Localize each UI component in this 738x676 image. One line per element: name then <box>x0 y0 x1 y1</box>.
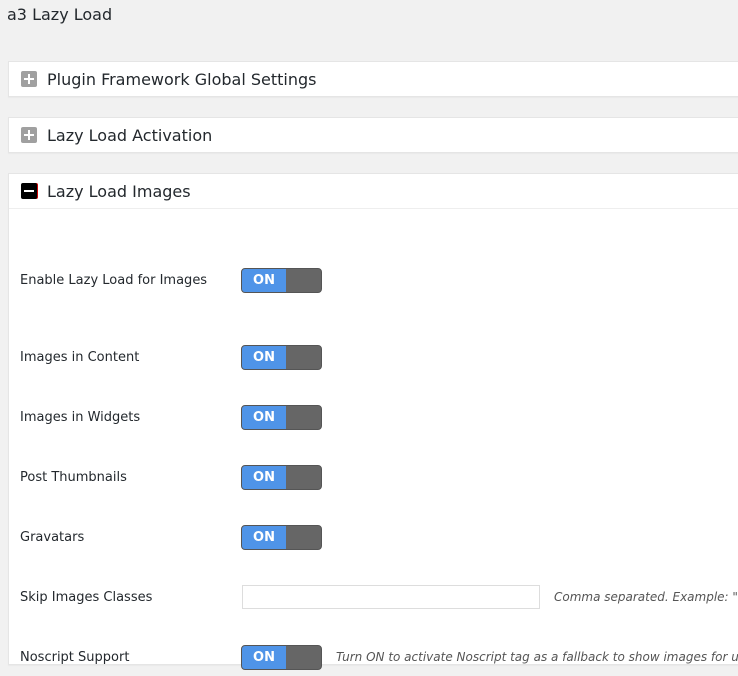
setting-description: Comma separated. Example: "no- <box>554 590 738 604</box>
gravatars-toggle[interactable]: ON <box>241 524 322 550</box>
setting-thumbs: Post Thumbnails ON <box>20 464 322 490</box>
setting-content: Images in Content ON <box>20 344 322 370</box>
setting-skip-classes: Skip Images Classes Comma separated. Exam… <box>20 584 738 610</box>
skip-classes-input[interactable] <box>242 585 540 609</box>
collapse-icon[interactable] <box>21 183 37 199</box>
setting-noscript: Noscript Support ON Turn ON to activate No… <box>20 644 738 670</box>
setting-label: Post Thumbnails <box>20 469 127 485</box>
setting-description: Turn ON to activate Noscript tag as a fa… <box>336 650 738 664</box>
panel-title[interactable]: Lazy Load Images <box>47 182 191 201</box>
setting-label: Gravatars <box>20 529 85 545</box>
panel-title[interactable]: Plugin Framework Global Settings <box>47 70 316 89</box>
page-title: a3 Lazy Load <box>7 5 113 24</box>
thumbnails-toggle[interactable]: ON <box>241 464 322 490</box>
panel-title[interactable]: Lazy Load Activation <box>47 126 212 145</box>
panel-activation[interactable]: Lazy Load Activation <box>8 117 738 153</box>
setting-widgets: Images in Widgets ON <box>20 404 322 430</box>
widgets-toggle[interactable]: ON <box>241 404 322 430</box>
setting-label: Images in Content <box>20 349 140 365</box>
setting-label: Skip Images Classes <box>20 589 153 605</box>
panel-lazy-load-images: Lazy Load Images Enable Lazy Load for Im… <box>8 173 738 670</box>
enable-toggle[interactable]: ON <box>241 267 322 293</box>
expand-icon[interactable] <box>21 71 37 87</box>
setting-label: Enable Lazy Load for Images <box>20 272 208 288</box>
panel-global-settings[interactable]: Plugin Framework Global Settings <box>8 61 738 97</box>
expand-icon[interactable] <box>21 127 37 143</box>
setting-label: Noscript Support <box>20 649 130 665</box>
noscript-toggle[interactable]: ON <box>241 644 322 670</box>
content-toggle[interactable]: ON <box>241 344 322 370</box>
setting-enable: Enable Lazy Load for Images ON <box>20 267 322 293</box>
setting-gravatars: Gravatars ON <box>20 524 322 550</box>
setting-label: Images in Widgets <box>20 409 141 425</box>
